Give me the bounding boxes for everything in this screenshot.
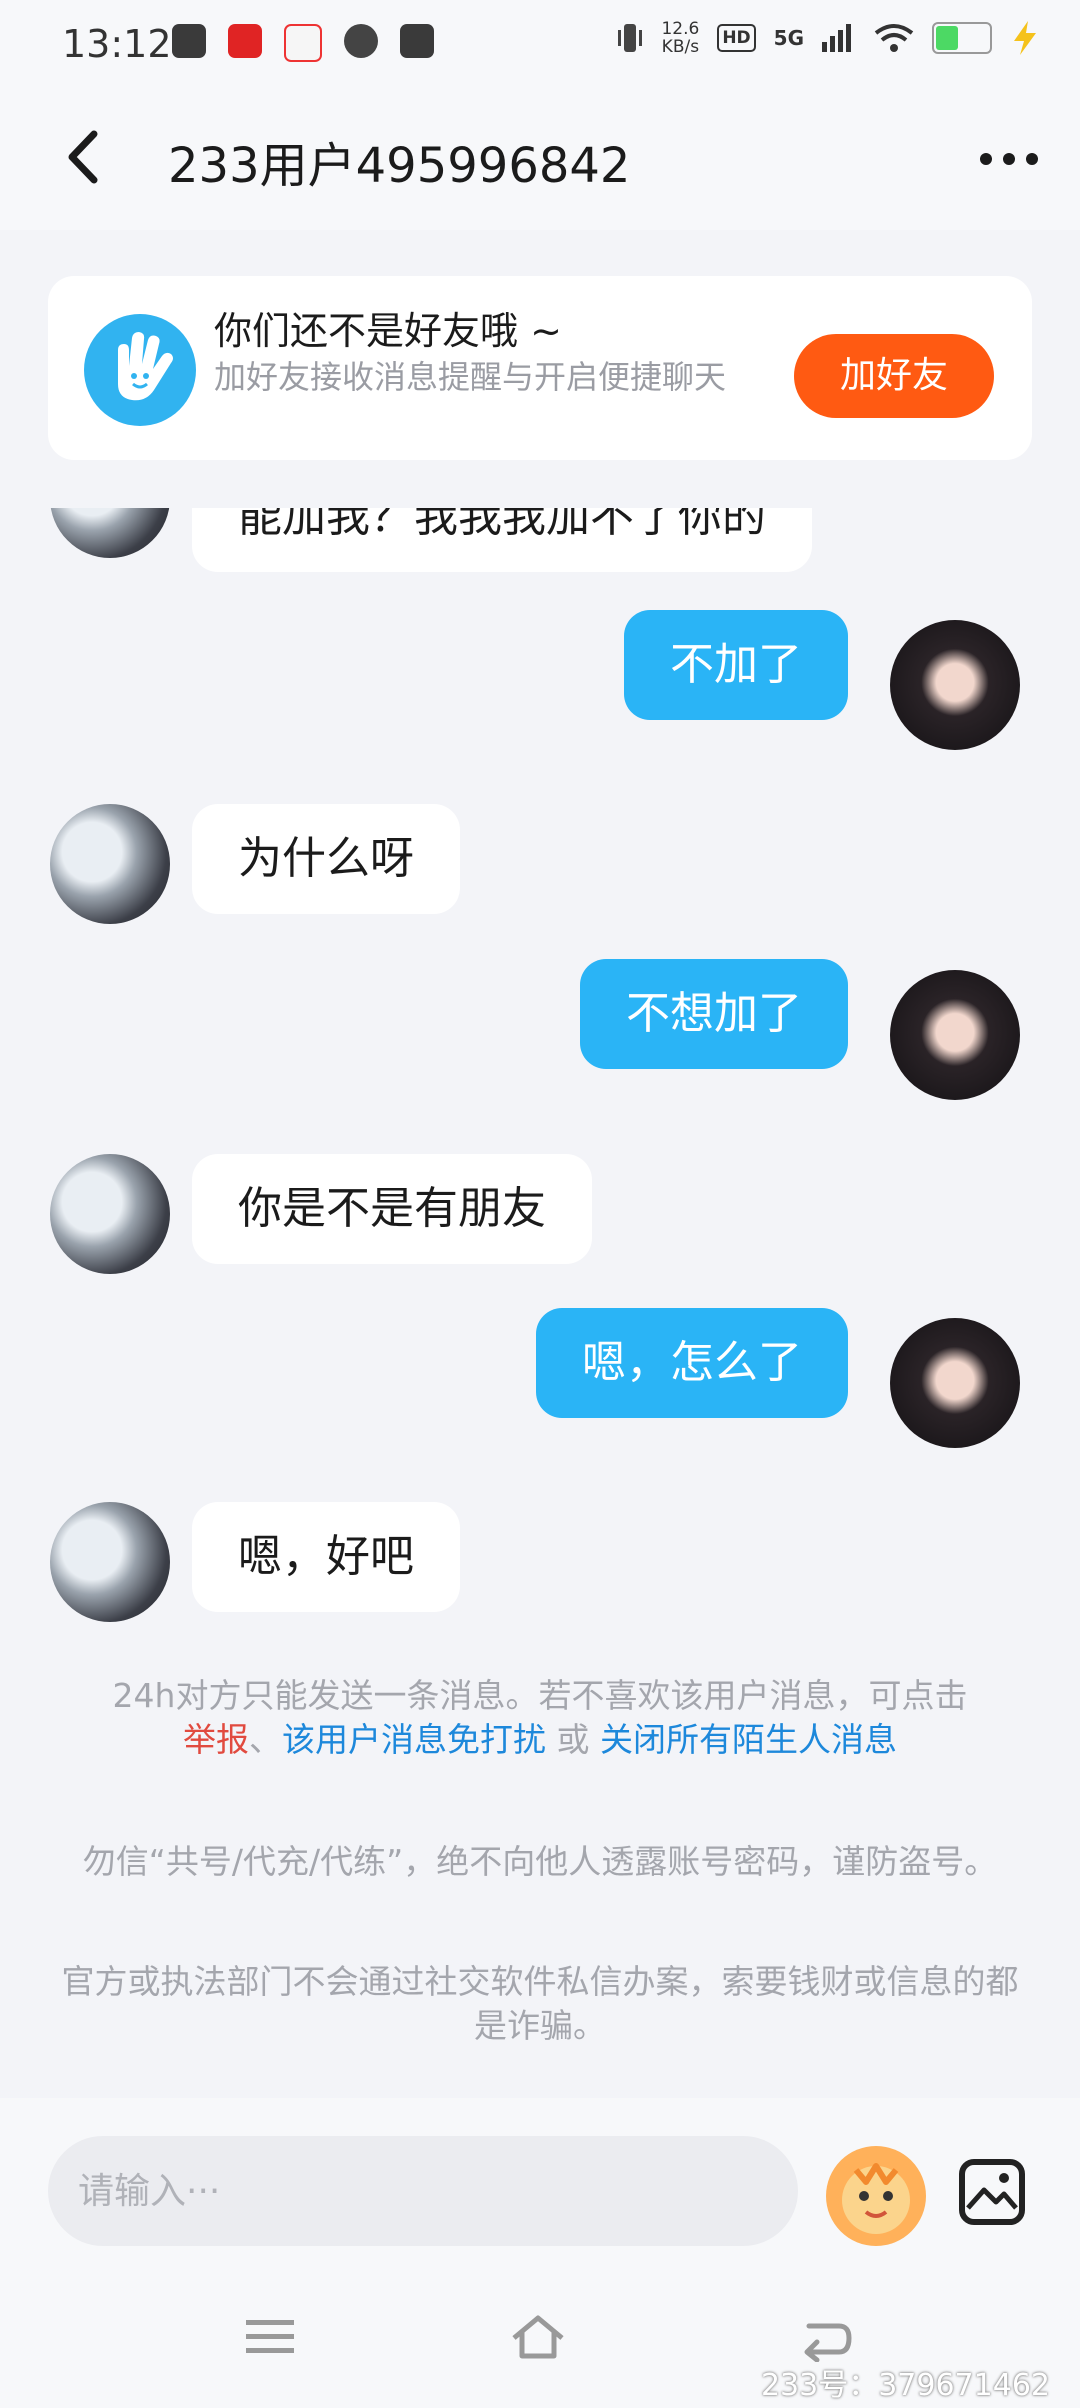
hd-badge: HD (717, 24, 756, 52)
app-notification-icon (344, 24, 378, 58)
back-nav-icon[interactable] (795, 2312, 855, 2362)
chat-header: 233用户495996842 (0, 86, 1080, 230)
message-bubble-outgoing: 不加了 (624, 610, 848, 720)
menu-icon[interactable] (240, 2312, 300, 2362)
self-avatar[interactable] (890, 970, 1020, 1100)
message-bubble-outgoing: 嗯，怎么了 (536, 1308, 848, 1418)
banner-subtitle: 加好友接收消息提醒与开启便捷聊天 (214, 358, 727, 396)
close-strangers-link[interactable]: 关闭所有陌生人消息 (600, 1720, 897, 1759)
signal-icon (822, 24, 851, 52)
banner-title: 你们还不是好友哦 ~ (214, 309, 562, 353)
message-bubble-incoming: 你是不是有朋友 (192, 1154, 592, 1264)
self-avatar[interactable] (890, 1318, 1020, 1448)
bag-icon (400, 24, 434, 58)
message-input[interactable] (48, 2136, 798, 2246)
partial-message-row: 能加我？我我我加不了你的 (0, 508, 1080, 578)
app-notification-icon (172, 24, 206, 58)
not-friends-banner: 你们还不是好友哦 ~ 加好友接收消息提醒与开启便捷聊天 加好友 (48, 276, 1032, 460)
status-app-icons (172, 24, 434, 62)
other-user-avatar[interactable] (50, 508, 170, 558)
app-notification-icon (228, 24, 262, 58)
vibrate-icon (618, 24, 643, 52)
wifi-icon (874, 24, 914, 52)
battery-icon (932, 22, 992, 54)
more-options-icon[interactable] (974, 134, 1044, 184)
message-bubble-incoming: 为什么呀 (192, 804, 460, 914)
fraud-warning: 官方或执法部门不会通过社交软件私信办案，索要钱财或信息的都是诈骗。 (61, 1962, 1019, 2045)
hand-wave-icon (84, 314, 196, 426)
other-user-avatar[interactable] (50, 1502, 170, 1622)
message-bubble-incoming: 嗯，好吧 (192, 1502, 460, 1612)
message-limit-notice: 24h对方只能发送一条消息。若不喜欢该用户消息，可点击 举报、该用户消息免打扰 … (112, 1676, 968, 1759)
system-nav-bar: 233号：379671462 (0, 2268, 1080, 2408)
report-link[interactable]: 举报 (183, 1720, 249, 1759)
status-bar: 13:12 12.6 KB/s HD 5G (0, 0, 1080, 86)
network-type: 5G (773, 26, 804, 50)
add-friend-button[interactable]: 加好友 (794, 334, 994, 418)
image-picker-icon[interactable] (958, 2158, 1026, 2226)
map-pin-icon (284, 24, 322, 62)
status-indicators: 12.6 KB/s HD 5G (617, 20, 1040, 56)
account-security-warning: 勿信“共号/代充/代练”，绝不向他人透露账号密码，谨防盗号。 (82, 1842, 998, 1881)
message-bubble-incoming: 能加我？我我我加不了你的 (192, 508, 812, 572)
net-speed: 12.6 KB/s (661, 19, 700, 57)
home-icon[interactable] (508, 2312, 568, 2362)
self-avatar[interactable] (890, 620, 1020, 750)
status-time: 13:12 (62, 22, 172, 66)
mute-user-link[interactable]: 该用户消息免打扰 (282, 1720, 546, 1759)
back-arrow-icon[interactable] (56, 122, 116, 192)
watermark: 233号：379671462 (760, 2368, 1050, 2403)
message-input-bar (0, 2098, 1080, 2268)
page-title: 233用户495996842 (168, 138, 631, 194)
other-user-avatar[interactable] (50, 1154, 170, 1274)
message-bubble-outgoing: 不想加了 (580, 959, 848, 1069)
charging-icon (1014, 21, 1036, 55)
emoji-mascot-icon[interactable] (826, 2146, 926, 2246)
other-user-avatar[interactable] (50, 804, 170, 924)
